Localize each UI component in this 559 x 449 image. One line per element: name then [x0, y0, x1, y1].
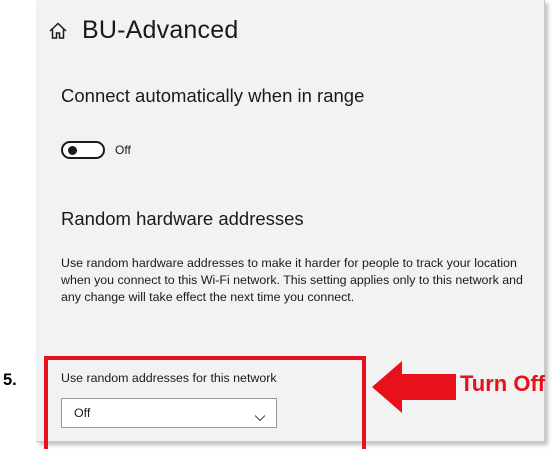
- highlight-box: [44, 356, 366, 449]
- turn-off-callout: Turn Off: [460, 371, 546, 396]
- page-title: BU-Advanced: [82, 16, 239, 44]
- connect-automatically-toggle[interactable]: [61, 141, 105, 159]
- toggle-knob: [68, 146, 77, 155]
- toggle-state-label: Off: [115, 143, 131, 157]
- tutorial-screenshot: BU-Advanced Connect automatically when i…: [0, 0, 559, 449]
- connect-automatically-heading: Connect automatically when in range: [61, 85, 365, 106]
- connect-automatically-toggle-row: Off: [61, 141, 131, 159]
- step-number: 5.: [3, 371, 17, 389]
- home-icon[interactable]: [48, 21, 68, 41]
- random-hardware-addresses-heading: Random hardware addresses: [61, 208, 304, 229]
- random-hardware-description: Use random hardware addresses to make it…: [61, 256, 523, 304]
- page-header: BU-Advanced: [48, 16, 238, 45]
- left-arrow-icon: [372, 361, 456, 413]
